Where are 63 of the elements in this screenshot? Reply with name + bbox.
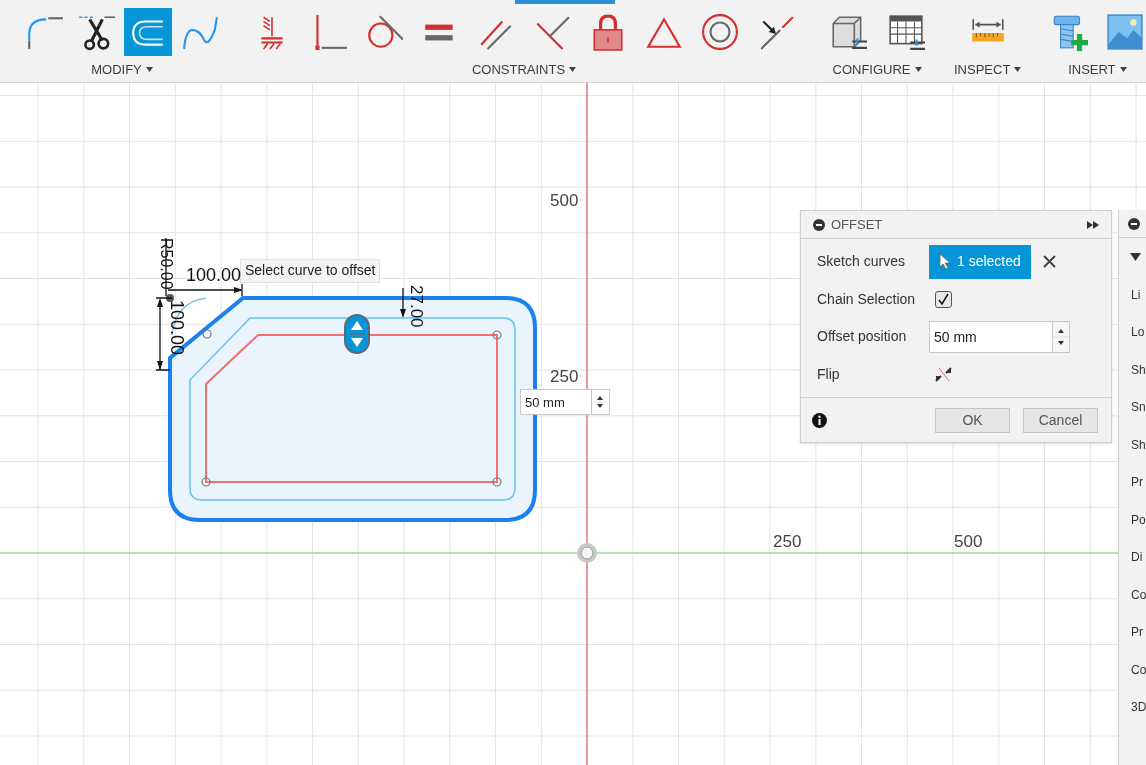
cube-sliders-icon [829,13,867,51]
browser-item[interactable]: Pr [1119,613,1146,651]
caret-icon [569,67,577,73]
collapse-icon[interactable] [1128,217,1140,230]
image-icon [1106,13,1145,51]
close-icon[interactable] [1042,255,1056,269]
offset-handle[interactable] [344,314,370,354]
dimension-line [400,287,406,318]
sketch-point [201,477,211,487]
origin-marker [577,543,597,563]
field-label: Flip [817,364,841,384]
browser-item[interactable]: Sh [1119,426,1146,464]
checkbox[interactable] [935,290,952,308]
offset-position-field[interactable]: 50 mm [929,320,1053,353]
concentric-circles-icon [701,13,739,51]
field-label: Sketch curves [817,252,906,272]
dimension-text[interactable]: 27.00 [408,285,425,328]
sketch-point [166,294,174,302]
browser-item[interactable]: Di [1119,538,1146,576]
dimension-text[interactable]: R50.00 [158,238,174,290]
sketch-point [202,329,212,339]
browser-item[interactable]: Co [1119,576,1146,614]
browser-item[interactable]: Co [1119,651,1146,689]
axis-label: 250 [550,368,579,385]
dialog-button[interactable]: Cancel [1023,407,1098,433]
scissors-icon [77,13,115,51]
axis-label: 500 [550,192,579,209]
browser-item[interactable]: 3D [1119,688,1146,726]
group-menu-button[interactable]: MODIFY [91,60,153,80]
field-label: Offset position [817,327,908,347]
tooltip: Select curve to offset [240,259,381,283]
sketch-point [492,330,502,340]
group-menu-button[interactable]: CONSTRAINTS [471,60,577,80]
info-icon[interactable] [812,412,827,428]
group-menu-button[interactable]: CONFIGURE [832,60,922,80]
browser-item[interactable]: Sh [1119,351,1146,389]
flip-arrows-icon[interactable] [935,366,952,382]
dimension-text[interactable]: 100.00 [186,266,242,284]
browser-item[interactable]: Pr [1119,463,1146,501]
dimension-text[interactable]: 100.00 [168,300,186,356]
collapse-icon[interactable] [813,218,825,231]
caret-icon [1119,67,1127,73]
dialog-title: OFFSET [831,215,884,234]
axis-label: 500 [954,533,983,550]
field-label: Chain Selection [817,289,917,309]
sketch-point [492,477,502,487]
double-arrow-icon[interactable] [1087,220,1099,229]
table-sliders-icon [887,13,925,51]
dialog-button[interactable]: OK [935,407,1010,433]
offset-value-field[interactable]: 50 mm [520,389,592,415]
browser-item[interactable]: Po [1119,501,1146,539]
axis-label: 250 [773,533,802,550]
pointer-icon [939,253,951,271]
browser-item[interactable]: Li [1119,276,1146,314]
expand-caret-icon[interactable] [1130,253,1141,261]
group-menu-button[interactable]: INSERT [1068,60,1127,80]
caret-icon [1014,67,1022,73]
caret-icon [145,67,153,73]
circle-tangent-line-icon [365,13,403,51]
caret-icon [914,67,922,73]
browser-item[interactable]: Lo [1119,313,1146,351]
browser-item[interactable]: Sn [1119,388,1146,426]
group-menu-button[interactable]: INSPECT [954,60,1022,80]
